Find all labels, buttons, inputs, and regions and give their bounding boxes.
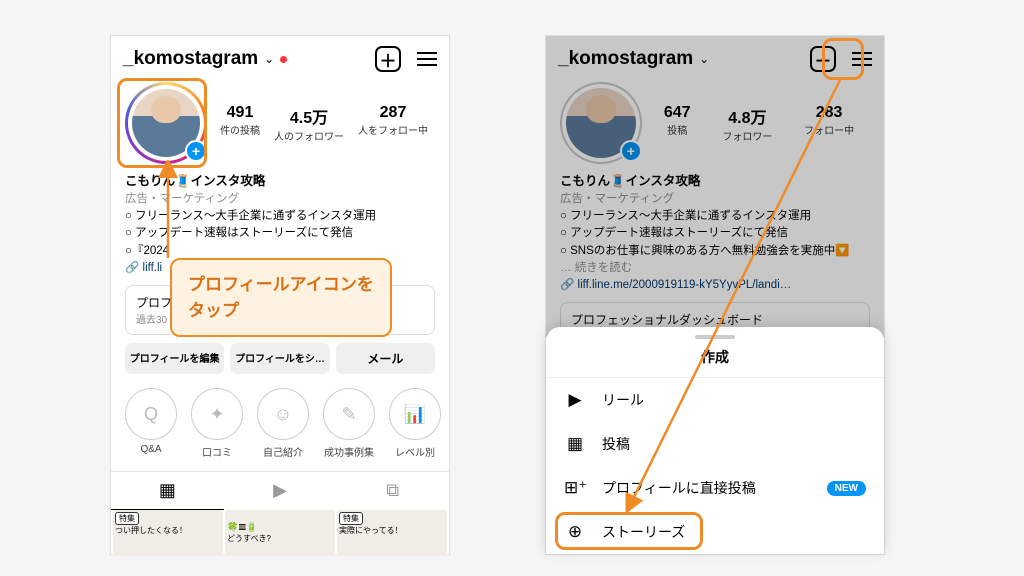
highlight-intro[interactable]: ☺自己紹介 [257, 388, 309, 459]
stat-followers[interactable]: 4.5万人のフォロワー [274, 104, 344, 143]
post-thumb[interactable]: 特集実際にやってる！ [337, 510, 447, 556]
username[interactable]: _komostagram [123, 48, 258, 70]
highlight-create-button [822, 38, 864, 80]
sheet-handle[interactable] [695, 335, 735, 339]
stats: 491件の投稿 4.5万人のフォロワー 287人をフォロー中 [213, 104, 435, 143]
topbar: _komostagram ⌄ ＋ [111, 36, 449, 78]
username[interactable]: _komostagram [558, 48, 693, 70]
highlight-success[interactable]: ✎成功事例集 [323, 388, 375, 459]
stat-posts[interactable]: 491件の投稿 [220, 104, 260, 143]
add-story-badge[interactable]: + [620, 140, 642, 162]
bio: こもりん🧵インスタ攻略 広告・マーケティング ○ フリーランス〜大手企業に通ずる… [546, 172, 884, 294]
phone-right: _komostagram ⌄ ＋ + 647投稿 4.8万フォロワー 283フォ… [545, 35, 885, 555]
tab-reels[interactable]: ▶ [224, 472, 337, 510]
grid-icon: ▦ [564, 434, 586, 454]
stats: 647投稿 4.8万フォロワー 283フォロー中 [648, 104, 870, 143]
profile-avatar[interactable]: + [560, 82, 642, 164]
stat-posts[interactable]: 647投稿 [664, 104, 691, 143]
create-button[interactable]: ＋ [375, 46, 401, 72]
bio-line: ○ フリーランス〜大手企業に通ずるインスタ運用 [560, 208, 870, 225]
stat-following[interactable]: 283フォロー中 [804, 104, 854, 143]
stat-following[interactable]: 287人をフォロー中 [358, 104, 428, 143]
highlight-reviews[interactable]: ✦口コミ [191, 388, 243, 459]
display-name: こもりん🧵インスタ攻略 [125, 172, 435, 191]
mail-button[interactable]: メール [336, 343, 435, 374]
post-thumb[interactable]: 特集つい押したくなる！ [113, 510, 223, 556]
new-badge: NEW [827, 481, 866, 496]
highlights: QQ&A ✦口コミ ☺自己紹介 ✎成功事例集 📊レベル別 [111, 382, 449, 465]
bio-line: ○ SNSのお仕事に興味のある方へ無料勉強会を実施中🔽 [560, 243, 870, 260]
bio-line: ○ アップデート速報はストーリーズにて発信 [560, 225, 870, 242]
notification-dot [280, 56, 287, 63]
highlight-level[interactable]: 📊レベル別 [389, 388, 441, 459]
callout-tap-profile: プロフィールアイコンを タップ [170, 258, 392, 337]
content-tabs: ▦ ▶ ⧉ [111, 471, 449, 510]
tab-grid[interactable]: ▦ [111, 472, 224, 510]
chevron-down-icon[interactable]: ⌄ [699, 52, 709, 66]
sheet-item-reel[interactable]: ▶リール [546, 378, 884, 422]
highlight-avatar [117, 78, 207, 168]
tab-tagged[interactable]: ⧉ [336, 472, 449, 510]
menu-button[interactable] [417, 52, 437, 66]
category: 広告・マーケティング [125, 191, 435, 208]
action-buttons: プロフィールを編集 プロフィールをシ… メール [111, 335, 449, 382]
edit-profile-button[interactable]: プロフィールを編集 [125, 343, 224, 374]
bio-link[interactable]: 🔗 liff.line.me/2000919119-kY5YyvPL/landi… [560, 277, 870, 294]
sheet-item-profile-post[interactable]: ⊞⁺プロフィールに直接投稿NEW [546, 466, 884, 510]
highlight-stories-row [555, 512, 703, 550]
sheet-title: 作成 [546, 343, 884, 378]
stat-followers[interactable]: 4.8万フォロワー [722, 104, 772, 143]
chevron-down-icon[interactable]: ⌄ [264, 52, 274, 66]
profile-row: + 647投稿 4.8万フォロワー 283フォロー中 [546, 78, 884, 172]
share-profile-button[interactable]: プロフィールをシ… [230, 343, 329, 374]
read-more[interactable]: … 続きを読む [560, 260, 870, 277]
sheet-item-post[interactable]: ▦投稿 [546, 422, 884, 466]
grid-plus-icon: ⊞⁺ [564, 478, 586, 498]
reel-icon: ▶ [564, 390, 586, 410]
highlight-qa[interactable]: QQ&A [125, 388, 177, 459]
category: 広告・マーケティング [560, 191, 870, 208]
posts-grid: 特集つい押したくなる！ 🍀𝌆🔋どうすべき? 特集実際にやってる！ [111, 510, 449, 556]
post-thumb[interactable]: 🍀𝌆🔋どうすべき? [225, 510, 335, 556]
bio-line: ○ フリーランス〜大手企業に通ずるインスタ運用 [125, 208, 435, 225]
display-name: こもりん🧵インスタ攻略 [560, 172, 870, 191]
bio-line: ○ アップデート速報はストーリーズにて発信 [125, 225, 435, 242]
